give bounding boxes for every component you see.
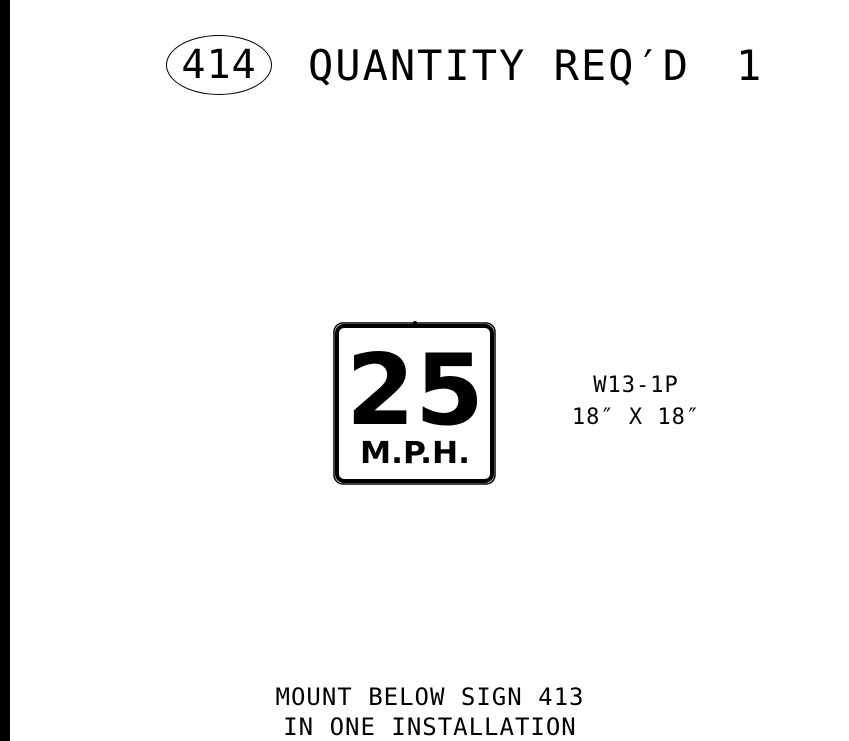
sign-number-oval: 414	[166, 35, 272, 95]
quantity-label: QUANTITY REQ′D	[308, 40, 691, 90]
sign-detail-sheet: 414 QUANTITY REQ′D 1 25 M.P.H. W13-1P 18…	[0, 0, 849, 741]
installation-note: MOUNT BELOW SIGN 413 IN ONE INSTALLATION	[200, 682, 660, 741]
sign-speed-value: 25	[346, 334, 484, 448]
sign-number: 414	[181, 42, 257, 88]
sign-caption: W13-1P 18″ X 18″	[556, 370, 716, 434]
mounting-hole	[413, 321, 417, 325]
sheet-border-left	[0, 0, 10, 741]
sign-size: 18″ X 18″	[571, 405, 701, 430]
note-line-2: IN ONE INSTALLATION	[283, 713, 577, 741]
speed-plaque-sign: 25 M.P.H.	[333, 321, 496, 485]
sheet-header: 414 QUANTITY REQ′D 1	[166, 30, 761, 100]
note-line-1: MOUNT BELOW SIGN 413	[275, 683, 585, 711]
quantity-value: 1	[736, 40, 762, 90]
sign-speed-unit: M.P.H.	[360, 436, 470, 471]
sign-code: W13-1P	[593, 373, 679, 398]
